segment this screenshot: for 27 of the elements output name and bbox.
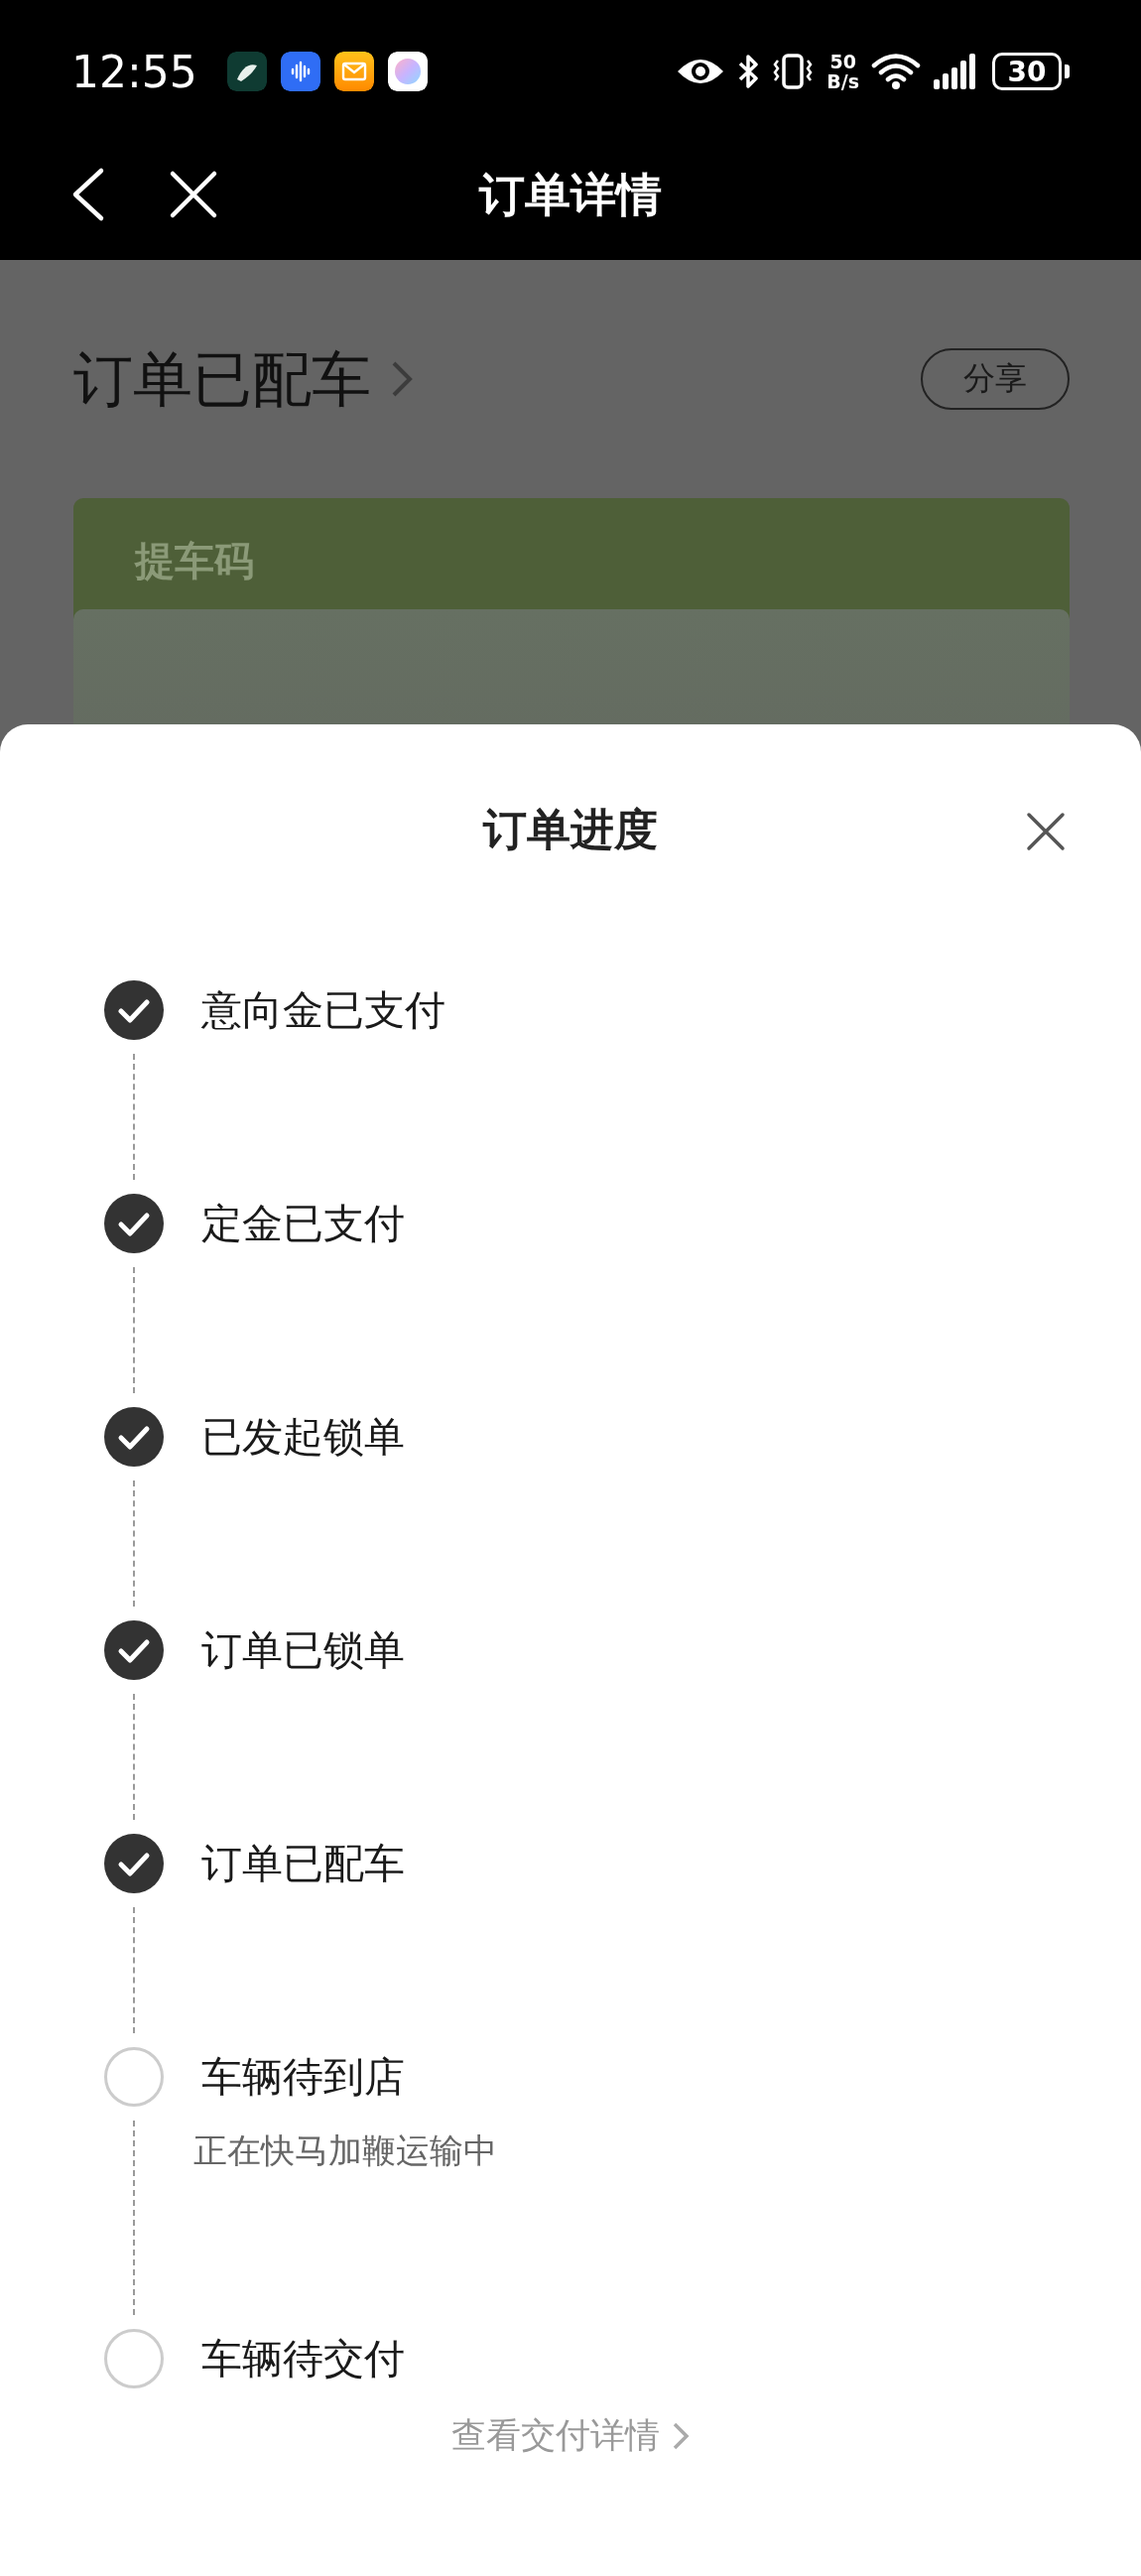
step-label: 订单已锁单 [201, 1624, 405, 1676]
step-label: 已发起锁单 [201, 1411, 405, 1463]
step-label: 车辆待到店 [201, 2051, 405, 2103]
network-speed-unit: B/s [826, 71, 859, 91]
chevron-right-icon [672, 2420, 690, 2451]
step-label: 意向金已支付 [201, 984, 445, 1036]
voice-app-icon [280, 52, 320, 91]
close-button[interactable] [1026, 812, 1066, 851]
app-notification-icon [226, 52, 267, 91]
signal-icon [933, 54, 978, 89]
sheet-title: 订单进度 [483, 802, 658, 856]
step-label: 定金已支付 [201, 1198, 405, 1249]
card-title: 提车码 [135, 537, 254, 585]
step-label: 车辆待交付 [201, 2333, 405, 2384]
page-title: 订单详情 [479, 167, 662, 222]
chevron-right-icon [391, 360, 413, 398]
gallery-app-icon [387, 52, 428, 91]
clock-time: 12:55 [71, 46, 197, 97]
delivery-details-link[interactable]: 查看交付详情 [451, 2412, 690, 2459]
order-status[interactable]: 订单已配车 [73, 349, 371, 409]
share-button[interactable]: 分享 [921, 348, 1070, 410]
wifi-icon [871, 53, 921, 90]
step-note: 正在快马加鞭运输中 [193, 2129, 497, 2172]
network-speed: 50 [829, 52, 856, 71]
mail-app-icon [333, 52, 374, 91]
bluetooth-icon [737, 53, 760, 90]
step-label: 订单已配车 [201, 1838, 405, 1889]
